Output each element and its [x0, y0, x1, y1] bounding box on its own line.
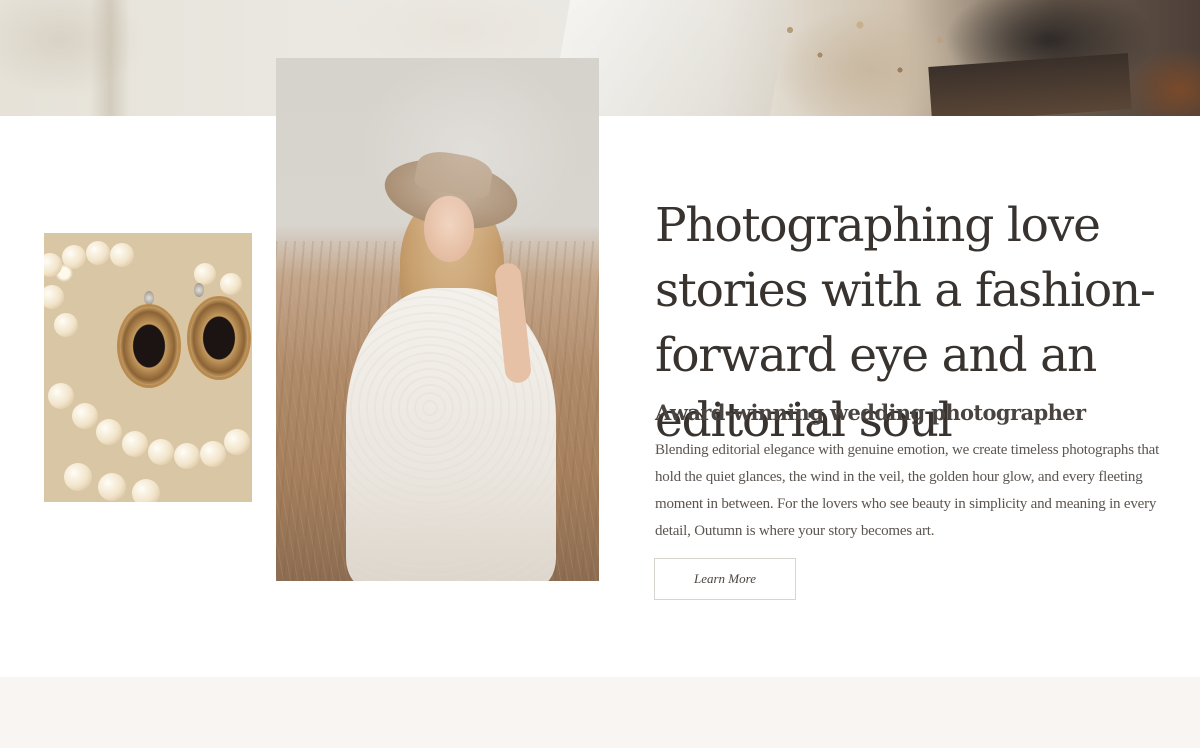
pearl — [224, 429, 250, 455]
hero-subheading: Award-winning wedding photographer — [655, 400, 1086, 425]
earring-hook — [144, 291, 154, 305]
banner-fabric-fold — [90, 0, 130, 116]
pearl — [194, 263, 216, 285]
next-section-background — [0, 677, 1200, 748]
pearl-earrings-image — [44, 233, 252, 502]
portrait-light — [276, 58, 599, 581]
pearl — [64, 463, 92, 491]
pearl — [200, 441, 226, 467]
pearl — [98, 473, 126, 501]
pearl — [132, 479, 160, 502]
pearl — [122, 431, 148, 457]
pearl — [72, 403, 98, 429]
pearl — [148, 439, 174, 465]
pearl — [62, 245, 86, 269]
cameo-earring — [120, 307, 178, 385]
bride-portrait-image — [276, 58, 599, 581]
pearl — [174, 443, 200, 469]
pearl — [110, 243, 134, 267]
pearl — [86, 241, 110, 265]
pearl — [54, 313, 78, 337]
pearl — [48, 383, 74, 409]
cameo-earring — [190, 299, 248, 377]
hero-description: Blending editorial elegance with genuine… — [655, 442, 1160, 539]
pearl — [44, 253, 62, 277]
banner-flatlay-image — [0, 0, 1200, 116]
learn-more-button[interactable]: Learn More — [654, 558, 796, 600]
earring-hook — [194, 283, 204, 297]
pearl — [44, 285, 64, 309]
pearl — [96, 419, 122, 445]
pearl — [220, 273, 242, 295]
